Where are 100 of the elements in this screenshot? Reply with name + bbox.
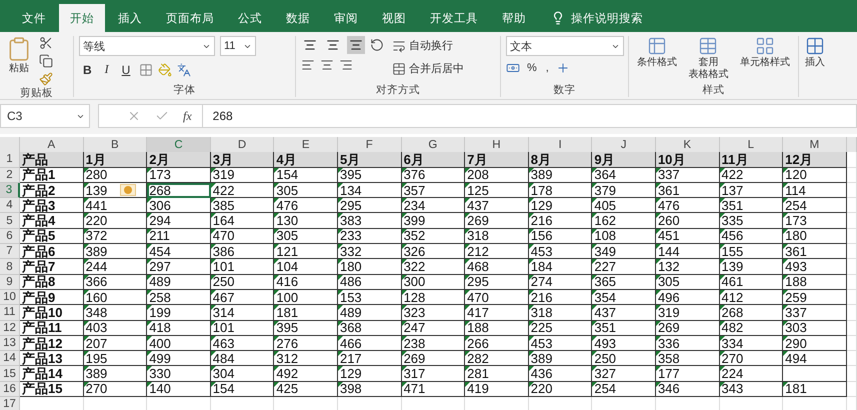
table-cell: 101 [210,259,274,275]
row-header[interactable]: 2 [0,168,20,183]
table-cell: 260 [656,213,720,229]
table-cell: 4月 [274,152,338,168]
table-cell: 463 [210,336,274,352]
table-cell: 217 [338,351,402,366]
row-header[interactable]: 1 [0,152,20,168]
font-size-field[interactable]: 11 [220,36,256,56]
table-cell: 233 [338,228,402,244]
border-icon[interactable] [139,62,154,76]
table-cell: 180 [338,259,402,275]
table-cell: 137 [720,182,784,198]
scissors-icon[interactable] [39,36,53,50]
table-cell: 产品14 [20,366,84,382]
row-header[interactable]: 8 [0,259,20,275]
table-cell: 181 [783,382,847,398]
ribbon-tab[interactable]: 开始 [59,4,105,32]
table-cell: 352 [402,228,466,244]
bold-button[interactable]: B [79,62,96,76]
underline-button[interactable]: U [118,62,134,76]
row-header[interactable]: 13 [0,336,20,352]
table-cell: 224 [720,366,784,382]
banknote-icon[interactable] [506,61,520,75]
table-cell: 258 [147,290,211,306]
table-cell: 422 [720,168,784,183]
ribbon-tab[interactable]: 公式 [227,4,273,32]
row-header[interactable]: 4 [0,198,20,214]
row-header[interactable]: 17 [0,397,20,410]
ribbon-tab[interactable]: 视图 [371,4,417,32]
table-cell: 327 [592,366,656,382]
rotate-icon[interactable] [370,38,384,52]
table-cell: 364 [592,168,656,183]
table-cell: 489 [147,274,211,290]
table-cell: 129 [338,366,402,382]
align-left-icon[interactable] [301,58,315,72]
paste-button[interactable]: 粘贴 [5,36,33,86]
table-cell: 269 [402,351,466,366]
table-cell: 114 [783,182,847,198]
insert-button[interactable]: 插入 [804,36,826,97]
copy-icon[interactable] [39,54,53,68]
ribbon-tab[interactable]: 审阅 [323,4,369,32]
table-cell: 417 [465,305,529,321]
align-center-icon[interactable] [320,58,334,72]
comma-button[interactable]: , [544,60,551,76]
row-header[interactable]: 14 [0,351,20,366]
ribbon-tab[interactable]: 帮助 [491,4,537,32]
wrap-text-button[interactable]: 自动换行 [390,36,466,55]
ribbon-tab[interactable]: 数据 [275,4,321,32]
table-cell: 101 [210,320,274,336]
align-right-icon[interactable] [339,58,353,72]
ribbon-tab[interactable]: 插入 [107,4,153,32]
table-cell: 268 [720,305,784,321]
table-cell: 154 [210,382,274,398]
insert-function-button[interactable]: fx [183,108,192,124]
name-box[interactable]: C3 [0,104,90,128]
percent-button[interactable]: % [525,60,539,76]
tell-me-search[interactable]: 操作说明搜索 [571,4,643,32]
row-header[interactable]: 6 [0,228,20,244]
table-cell: 441 [84,198,148,214]
style-button[interactable]: 套用 表格格式 [687,36,730,83]
row-header[interactable]: 9 [0,274,20,290]
merge-center-button[interactable]: 合并后居中 [390,59,466,78]
ribbon-tab[interactable]: 文件 [11,4,57,32]
table-cell: 351 [720,198,784,214]
table-cell: 220 [528,382,592,398]
table-cell: 470 [210,228,274,244]
vertical-align-button[interactable] [347,36,365,54]
table-cell: 11月 [720,152,784,168]
number-format-field[interactable]: 文本 [506,36,624,56]
row-header[interactable]: 10 [0,290,20,306]
table-cell: 212 [465,244,529,260]
table-cell: 343 [720,382,784,398]
table-cell: 128 [402,290,466,306]
table-cell: 317 [402,366,466,382]
ribbon-tab[interactable]: 开发工具 [419,4,489,32]
table-cell: 419 [465,382,529,398]
table-cell: 323 [402,305,466,321]
table-cell: 产品 [20,152,84,168]
table-cell: 330 [147,366,211,382]
row-header[interactable]: 7 [0,244,20,260]
row-header[interactable]: 15 [0,366,20,382]
font-name-field[interactable]: 等线 [79,36,215,56]
row-header[interactable]: 5 [0,213,20,229]
row-header[interactable]: 16 [0,382,20,398]
table-cell: 244 [84,259,148,275]
ribbon-tab[interactable]: 页面布局 [155,4,225,32]
style-button[interactable]: 单元格样式 [739,36,792,83]
style-button[interactable]: 条件格式 [636,36,678,83]
table-cell: 139 [84,182,148,198]
table-cell: 268 [147,182,211,198]
table-cell: 412 [720,290,784,306]
table-cell: 220 [84,213,148,229]
table-cell: 140 [147,382,211,398]
row-header[interactable]: 11 [0,305,20,321]
grid-icon [805,36,825,56]
row-header[interactable]: 3 [0,182,20,198]
italic-button[interactable]: I [100,62,113,77]
row-header[interactable]: 12 [0,320,20,336]
table-cell: 产品7 [20,259,84,275]
formula-field[interactable]: 268 [202,104,857,128]
